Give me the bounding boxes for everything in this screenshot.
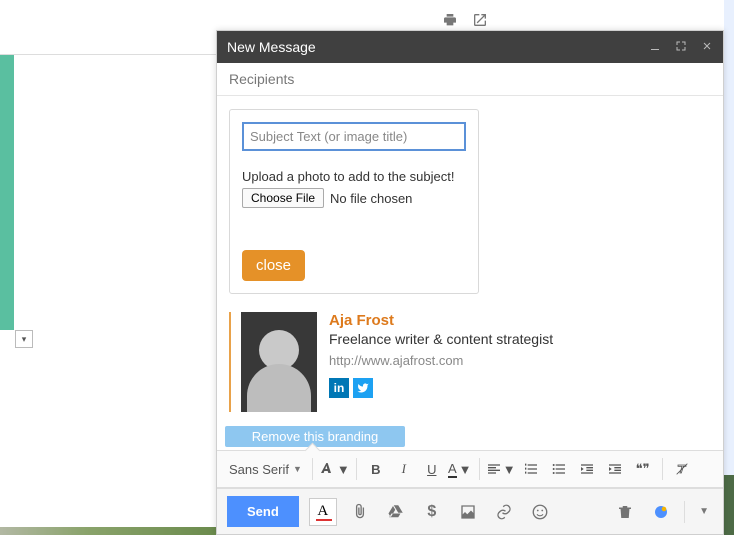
signature-url[interactable]: http://www.ajafrost.com [329,353,553,368]
align-button[interactable]: ▼ [486,456,516,482]
text-color-button[interactable]: A▼ [447,456,473,482]
font-family-select[interactable]: Sans Serif ▼ [225,456,306,482]
quote-button[interactable]: ❝❞ [630,456,656,482]
remove-branding-button[interactable]: Remove this branding [225,426,405,447]
choose-file-button[interactable]: Choose File [242,188,324,208]
font-family-label: Sans Serif [229,462,289,477]
more-options-button[interactable]: ▼ [695,506,713,517]
compose-header: New Message [217,31,723,63]
expand-icon[interactable] [675,39,687,55]
bg-collapse-toggle[interactable]: ▾ [15,330,33,348]
bg-divider [0,54,216,55]
minimize-icon[interactable] [649,39,661,55]
bg-left-stripe [0,55,14,330]
email-signature: Aja Frost Freelance writer & content str… [229,312,711,412]
format-toggle-button[interactable]: A [309,498,337,526]
italic-button[interactable]: I [391,456,417,482]
avatar [241,312,317,412]
underline-button[interactable]: U [419,456,445,482]
no-file-label: No file chosen [330,191,412,206]
compose-bottom-bar: Send A $ ▼ [217,488,723,534]
signature-role: Freelance writer & content strategist [329,331,553,347]
compose-window: New Message Recipients Upload a photo to… [216,30,724,535]
link-icon[interactable] [491,499,517,525]
money-icon[interactable]: $ [419,499,445,525]
photo-icon[interactable] [455,499,481,525]
send-button[interactable]: Send [227,496,299,527]
subject-popup: Upload a photo to add to the subject! Ch… [229,109,479,294]
format-toolbar: Sans Serif ▼ ▼ B I U A▼ ▼ ❝❞ [217,450,723,488]
close-icon[interactable] [701,39,713,55]
clear-format-button[interactable] [669,456,695,482]
compose-title: New Message [227,39,649,55]
twitter-icon[interactable] [353,378,373,398]
emoji-icon[interactable] [527,499,553,525]
numbered-list-button[interactable] [518,456,544,482]
subject-input[interactable] [242,122,466,151]
drive-icon[interactable] [383,499,409,525]
bullet-list-button[interactable] [546,456,572,482]
upload-hint: Upload a photo to add to the subject! [242,169,466,184]
bg-bottom-stripe [0,527,216,535]
bold-button[interactable]: B [363,456,389,482]
trash-icon[interactable] [612,499,638,525]
extension-icon[interactable] [648,499,674,525]
indent-less-button[interactable] [574,456,600,482]
font-size-button[interactable]: ▼ [319,456,350,482]
signature-name: Aja Frost [329,312,553,329]
indent-more-button[interactable] [602,456,628,482]
recipients-field[interactable]: Recipients [217,63,723,96]
linkedin-icon[interactable]: in [329,378,349,398]
vertical-scrollbar[interactable] [724,0,734,535]
attach-icon[interactable] [347,499,373,525]
close-popup-button[interactable]: close [242,250,305,281]
